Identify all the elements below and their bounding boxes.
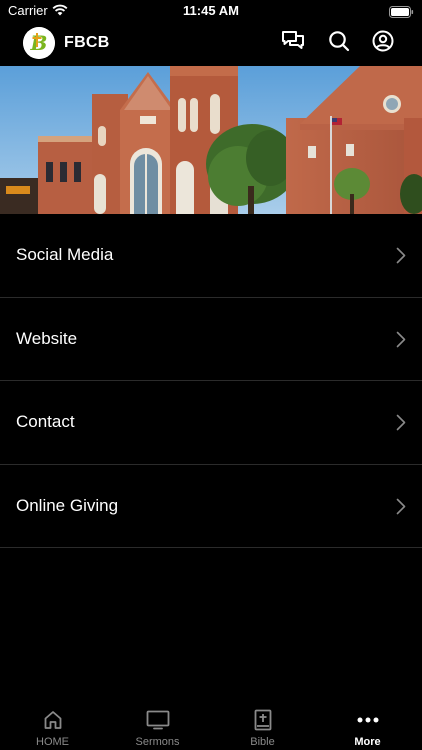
church-logo: B bbox=[23, 27, 55, 59]
status-time: 11:45 AM bbox=[183, 3, 239, 18]
menu-item-website[interactable]: Website bbox=[0, 298, 422, 381]
menu-item-social-media[interactable]: Social Media bbox=[0, 214, 422, 298]
status-bar: Carrier 11:45 AM bbox=[0, 0, 422, 22]
app-header: B FBCB bbox=[0, 22, 422, 66]
app-title: FBCB bbox=[64, 34, 110, 51]
tab-label: More bbox=[354, 736, 381, 748]
chat-bubbles-icon bbox=[281, 30, 305, 57]
tab-bible[interactable]: Bible bbox=[210, 700, 315, 750]
bottom-tab-bar: HOME Sermons Bible More bbox=[0, 700, 422, 750]
tab-more[interactable]: More bbox=[315, 700, 420, 750]
church-building-photo bbox=[0, 66, 422, 214]
svg-text:B: B bbox=[30, 31, 48, 55]
account-icon bbox=[372, 30, 394, 57]
search-icon bbox=[328, 30, 350, 57]
tab-label: Sermons bbox=[135, 736, 180, 748]
bible-icon bbox=[210, 709, 315, 731]
menu-item-label: Contact bbox=[16, 412, 75, 431]
tab-home[interactable]: HOME bbox=[0, 700, 105, 750]
chevron-right-icon bbox=[396, 247, 406, 269]
profile-button[interactable] bbox=[371, 30, 395, 57]
menu-item-label: Website bbox=[16, 328, 78, 348]
chat-button[interactable] bbox=[281, 30, 305, 57]
tab-sermons[interactable]: Sermons bbox=[105, 700, 210, 750]
menu-item-label: Online Giving bbox=[16, 495, 119, 515]
tab-label: HOME bbox=[36, 736, 69, 748]
more-dots-icon bbox=[315, 709, 420, 731]
menu-item-label: Social Media bbox=[16, 245, 114, 264]
home-icon bbox=[0, 709, 105, 731]
more-menu-list: Social Media Website Contact Online Givi… bbox=[0, 214, 422, 548]
battery-icon bbox=[389, 5, 414, 23]
chevron-right-icon bbox=[396, 414, 406, 436]
tv-icon bbox=[105, 709, 210, 731]
tab-label: Bible bbox=[250, 736, 275, 748]
search-button[interactable] bbox=[327, 30, 351, 57]
chevron-right-icon bbox=[396, 331, 406, 353]
chevron-right-icon bbox=[396, 498, 406, 520]
menu-item-online-giving[interactable]: Online Giving bbox=[0, 465, 422, 548]
menu-item-contact[interactable]: Contact bbox=[0, 381, 422, 465]
